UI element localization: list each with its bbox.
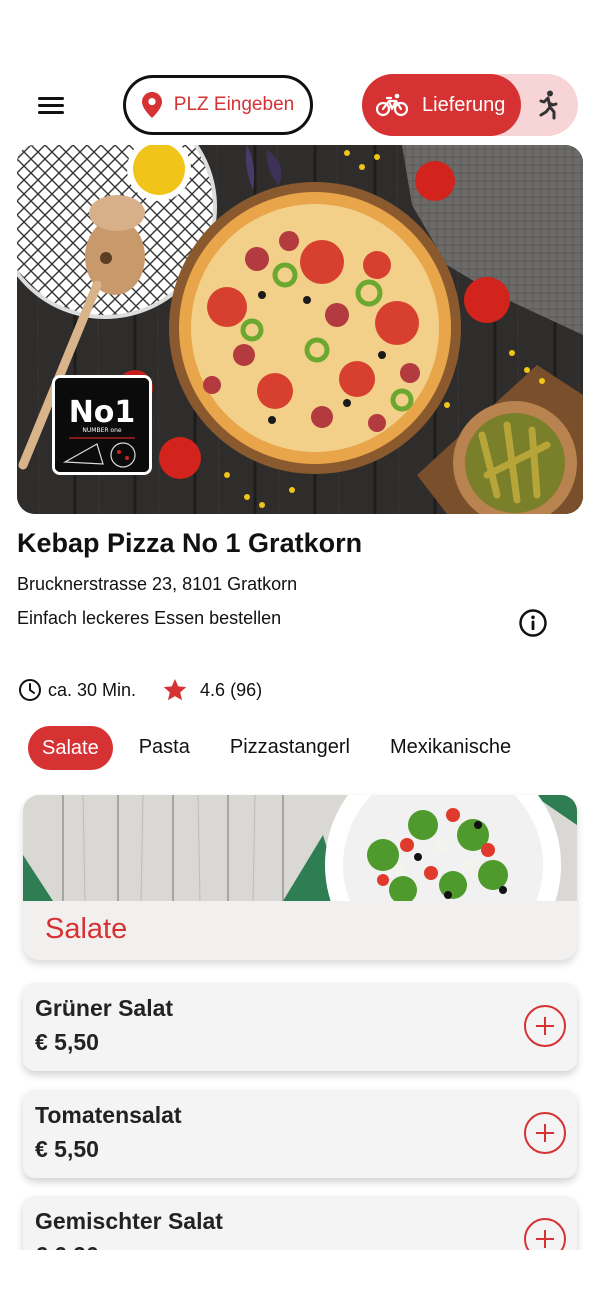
star-icon	[163, 678, 187, 701]
section-title: Salate	[45, 913, 128, 945]
product-name: Grüner Salat	[35, 995, 174, 1021]
pickup-option[interactable]	[530, 88, 566, 122]
clock-icon	[19, 679, 41, 701]
logo-text: No1	[69, 395, 136, 430]
walking-person-icon	[539, 90, 558, 120]
product-price: € 5,50	[35, 1029, 99, 1055]
product-name: Tomatensalat	[35, 1102, 182, 1128]
bottom-safe-area	[0, 1250, 600, 1298]
add-to-cart-icon[interactable]	[524, 1005, 566, 1047]
add-to-cart-icon[interactable]	[524, 1112, 566, 1154]
category-tabs: Salate Pasta Pizzastangerl Mexikanische	[28, 725, 551, 770]
location-pin-icon	[141, 92, 162, 118]
delivery-option[interactable]: Lieferung	[362, 74, 521, 136]
delivery-mode-toggle: Lieferung	[362, 74, 578, 136]
top-bar: PLZ Eingeben Lieferung	[0, 72, 600, 138]
plz-input-button[interactable]: PLZ Eingeben	[123, 75, 313, 135]
product-card[interactable]: Tomatensalat € 5,50	[23, 1090, 577, 1178]
tab-mexikanische[interactable]: Mexikanische	[390, 736, 511, 759]
product-name: Gemischter Salat	[35, 1208, 223, 1234]
product-price: € 5,50	[35, 1136, 99, 1162]
delivery-option-label: Lieferung	[422, 93, 506, 116]
section-header-card: Salate	[23, 795, 577, 960]
logo-subtext: NUMBER one	[82, 427, 122, 434]
delivery-time: ca. 30 Min.	[48, 679, 137, 700]
restaurant-meta: ca. 30 Min. 4.6 (96)	[18, 675, 262, 705]
bicycle-icon	[376, 93, 408, 117]
restaurant-logo: No1 NUMBER one	[52, 375, 152, 475]
info-icon[interactable]	[518, 608, 548, 638]
salad-banner-image	[23, 795, 577, 901]
product-card[interactable]: Grüner Salat € 5,50	[23, 983, 577, 1071]
hamburger-menu-icon[interactable]	[36, 94, 66, 118]
rating-value: 4.6 (96)	[200, 679, 263, 700]
restaurant-name: Kebap Pizza No 1 Gratkorn	[17, 528, 363, 558]
tab-salate[interactable]: Salate	[28, 725, 113, 770]
tab-pasta[interactable]: Pasta	[139, 736, 190, 759]
restaurant-address: Brucknerstrasse 23, 8101 Gratkorn	[17, 574, 298, 594]
plz-button-label: PLZ Eingeben	[173, 94, 295, 115]
restaurant-tagline: Einfach leckeres Essen bestellen	[17, 608, 282, 628]
tab-pizzastangerl[interactable]: Pizzastangerl	[230, 736, 350, 759]
